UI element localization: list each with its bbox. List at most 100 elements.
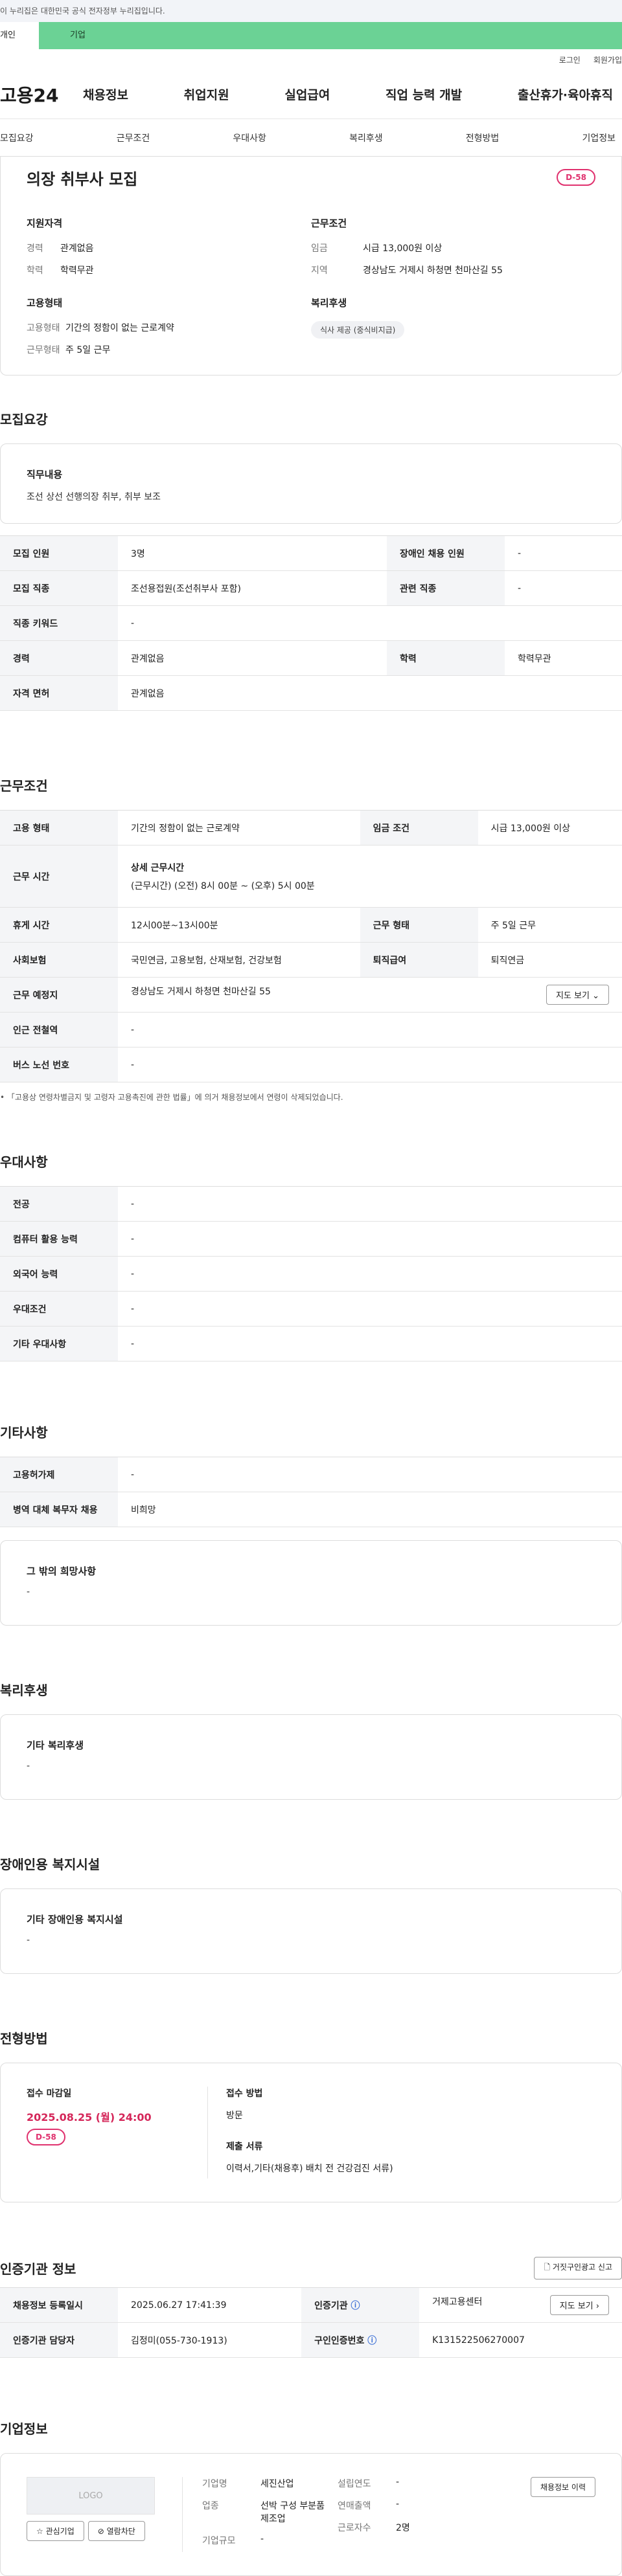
cell: 학력무관 bbox=[505, 640, 622, 676]
info-icon[interactable]: ⓘ bbox=[351, 2301, 360, 2311]
cell: 모집 직종 bbox=[0, 570, 118, 606]
info-icon[interactable]: ⓘ bbox=[367, 2336, 376, 2346]
cell: - bbox=[118, 1047, 622, 1082]
value: 시급 13,000원 이상 bbox=[363, 243, 443, 254]
cell: 자격 면허 bbox=[0, 675, 118, 711]
disability-text: - bbox=[27, 1935, 30, 1945]
process-title: 전형방법 bbox=[0, 2031, 48, 2046]
label: 경력 bbox=[27, 243, 43, 254]
cell: - bbox=[505, 570, 622, 606]
table-row: 근무 시간 상세 근무시간 (근무시간) (오전) 8시 00분 ~ (오후) 5시… bbox=[0, 845, 622, 908]
anchor-nav: 모집요강 근무조건 우대사항 복리후생 전형방법 기업정보 bbox=[0, 119, 622, 157]
etc-table: 고용허가제 - 병역 대체 복무자 채용 비희망 bbox=[0, 1457, 622, 1527]
report-label: 거짓구인광고 신고 bbox=[552, 2263, 612, 2272]
nav-training[interactable]: 직업 능력 개발 bbox=[386, 85, 462, 103]
map-button[interactable]: 지도 보기 ⌄ bbox=[546, 985, 609, 1005]
cell: 시급 13,000원 이상 bbox=[478, 810, 622, 846]
nav-unemployment[interactable]: 실업급여 bbox=[284, 85, 330, 103]
cell: 경력 bbox=[0, 640, 118, 676]
cell: 근무 예정지 bbox=[0, 977, 118, 1013]
cell: 퇴직급여 bbox=[360, 942, 478, 978]
cell: 인근 전철역 bbox=[0, 1012, 118, 1047]
table-row: 자격 면허 관계없음 bbox=[0, 675, 622, 711]
value: 경상남도 거제시 하청면 천마산길 55 bbox=[363, 265, 503, 276]
job-title: 의장 취부사 모집 bbox=[27, 170, 138, 188]
table-row: 모집 인원 3명 장애인 채용 인원 - bbox=[0, 535, 622, 571]
value: - bbox=[396, 2477, 400, 2487]
report-button[interactable]: 🗋 거짓구인광고 신고 bbox=[534, 2257, 622, 2279]
job-desc-text: 조선 상선 선행의장 취부, 취부 보조 bbox=[27, 492, 161, 502]
cell: - bbox=[118, 1326, 622, 1361]
cell: 국민연금, 고용보험, 산재보험, 건강보험 bbox=[118, 942, 360, 978]
label: 근로자수 bbox=[338, 2523, 371, 2533]
org-map-button[interactable]: 지도 보기 › bbox=[549, 2295, 609, 2315]
value: 세진산업 bbox=[260, 2479, 294, 2489]
value: - bbox=[260, 2534, 264, 2544]
label: 임금 bbox=[311, 243, 328, 254]
anchor-pref[interactable]: 우대사항 bbox=[233, 131, 266, 144]
table-row: 근무 예정지 경상남도 거제시 하청면 천마산길 55 지도 보기 ⌄ bbox=[0, 977, 622, 1013]
cell: 경상남도 거제시 하청면 천마산길 55 지도 보기 ⌄ bbox=[118, 977, 622, 1013]
welfare-box: 기타 복리후생 - bbox=[0, 1714, 622, 1800]
table-row: 고용 형태 기간의 정함이 없는 근로계약 임금 조건 시급 13,000원 이상 bbox=[0, 810, 622, 846]
cell: 컴퓨터 활용 능력 bbox=[0, 1221, 118, 1257]
age-note-text: 「고용상 연령차별금지 및 고령자 고용촉진에 관한 법률」에 의거 채용정보에… bbox=[6, 1093, 343, 1102]
dday-badge: D-58 bbox=[27, 2129, 65, 2145]
anchor-work[interactable]: 근무조건 bbox=[117, 131, 150, 144]
cell: 고용 형태 bbox=[0, 810, 118, 846]
time-value: (근무시간) (오전) 8시 00분 ~ (오후) 5시 00분 bbox=[131, 880, 315, 891]
block-icon: ⊘ bbox=[97, 2527, 107, 2536]
req-title: 지원자격 bbox=[27, 218, 63, 229]
time-heading: 상세 근무시간 bbox=[131, 862, 185, 873]
tab-personal[interactable]: 개인 bbox=[0, 22, 39, 49]
anchor-process[interactable]: 전형방법 bbox=[466, 131, 500, 144]
cell: 장애인 채용 인원 bbox=[387, 535, 505, 571]
anchor-company[interactable]: 기업정보 bbox=[582, 131, 616, 144]
cell: 임금 조건 bbox=[360, 810, 478, 846]
bullet-icon: • bbox=[0, 1093, 7, 1102]
login-link[interactable]: 로그인 bbox=[559, 54, 581, 65]
nav-employment-support[interactable]: 취업지원 bbox=[184, 85, 229, 103]
cell: 비희망 bbox=[118, 1492, 622, 1527]
cell: 사회보험 bbox=[0, 942, 118, 978]
deadline-value: 2025.08.25 (월) 24:00 bbox=[27, 2111, 152, 2123]
job-desc-box: 직무내용 조선 상선 선행의장 취부, 취부 보조 bbox=[0, 443, 622, 524]
table-row: 경력 관계없음 학력 학력무관 bbox=[0, 640, 622, 676]
disability-box: 기타 장애인용 복지시설 - bbox=[0, 1888, 622, 1974]
map-button-label: 지도 보기 bbox=[555, 991, 590, 1001]
anchor-welfare[interactable]: 복리후생 bbox=[349, 131, 383, 144]
summary-card: 의장 취부사 모집 D-58 지원자격 경력 관계없음 학력 학력무관 고용형태 고… bbox=[0, 157, 622, 375]
fav-button[interactable]: ☆ 관심기업 bbox=[27, 2521, 84, 2541]
anchor-recruit[interactable]: 모집요강 bbox=[0, 131, 34, 144]
table-row: 기타 우대사항 - bbox=[0, 1326, 622, 1361]
cell: - bbox=[505, 535, 622, 571]
nav-jobs[interactable]: 채용정보 bbox=[83, 85, 128, 103]
block-button[interactable]: ⊘ 열람차단 bbox=[87, 2521, 145, 2541]
emp-title: 고용형태 bbox=[27, 297, 63, 309]
cond-title: 근무조건 bbox=[311, 218, 347, 229]
signup-link[interactable]: 회원가입 bbox=[593, 54, 622, 65]
cell: 우대조건 bbox=[0, 1291, 118, 1327]
place-value: 경상남도 거제시 하청면 천마산길 55 bbox=[131, 987, 271, 997]
document-icon: 🗋 bbox=[544, 2263, 553, 2272]
site-logo[interactable]: 고용24 bbox=[0, 82, 83, 107]
cell: - bbox=[118, 1457, 622, 1492]
nav-leave[interactable]: 출산휴가·육아휴직 bbox=[518, 85, 613, 103]
cell: 상세 근무시간 (근무시간) (오전) 8시 00분 ~ (오후) 5시 00분 bbox=[118, 845, 622, 908]
history-button[interactable]: 채용정보 이력 bbox=[530, 2477, 595, 2497]
cert-title: 인증기관 정보 bbox=[0, 2261, 76, 2277]
value: 관계없음 bbox=[60, 243, 94, 254]
cell: 모집 인원 bbox=[0, 535, 118, 571]
table-row: 전공 - bbox=[0, 1186, 622, 1222]
label: 학력 bbox=[27, 265, 43, 276]
wish-text: - bbox=[27, 1587, 30, 1597]
table-row: 외국어 능력 - bbox=[0, 1256, 622, 1292]
cell: 2025.06.27 17:41:39 bbox=[118, 2287, 302, 2323]
deadline-heading: 접수 마감일 bbox=[27, 2089, 72, 2099]
cell: 버스 노선 번호 bbox=[0, 1047, 118, 1082]
tab-company[interactable]: 기업 bbox=[39, 22, 622, 49]
table-row: 버스 노선 번호 - bbox=[0, 1047, 622, 1082]
recruit-title: 모집요강 bbox=[0, 412, 48, 427]
company-logo: LOGO bbox=[27, 2477, 155, 2514]
cell: 김정미(055-730-1913) bbox=[118, 2322, 302, 2358]
